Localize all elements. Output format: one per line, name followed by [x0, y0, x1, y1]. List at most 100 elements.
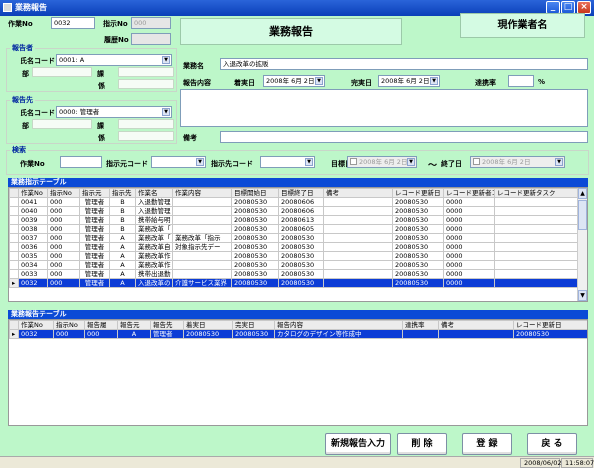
column-header[interactable]: 作業内容	[172, 188, 232, 198]
table-cell[interactable]: 業務改革自	[135, 242, 173, 252]
instruction-table-scroll-thumb[interactable]	[578, 200, 587, 230]
table-cell[interactable]	[323, 278, 393, 288]
shiji-no-field[interactable]: 000	[131, 17, 171, 29]
column-header[interactable]: 報告先	[150, 320, 184, 330]
table-cell[interactable]: 入退勤管理	[135, 206, 173, 216]
chevron-down-icon[interactable]: ▼	[555, 158, 563, 166]
table-row[interactable]: 0041 000 管理者 B 入退勤管理 20080530 20080606 20080530…	[9, 197, 580, 207]
table-cell[interactable]: A	[109, 269, 136, 279]
table-cell[interactable]: 20080530	[392, 251, 444, 261]
chevron-down-icon[interactable]: ▼	[162, 56, 170, 64]
table-cell[interactable]: 0000	[443, 251, 495, 261]
table-cell[interactable]: A	[109, 233, 136, 243]
scroll-down-icon[interactable]: ▼	[578, 290, 587, 301]
table-cell[interactable]: 管理者	[79, 278, 110, 288]
table-row[interactable]: 0033 000 管理者 A 携帯出退勤 20080530 20080530 20080530…	[9, 269, 580, 279]
report-content-textarea[interactable]	[180, 89, 588, 127]
table-cell[interactable]: 20080530	[278, 260, 324, 270]
table-cell[interactable]	[323, 251, 393, 261]
table-cell[interactable]: 管理者	[79, 269, 110, 279]
table-cell[interactable]: 000	[47, 260, 80, 270]
table-cell[interactable]	[494, 251, 580, 261]
chevron-down-icon[interactable]: ▼	[315, 77, 323, 85]
table-cell[interactable]: 20080530	[183, 329, 233, 339]
column-header[interactable]: 完実日	[232, 320, 275, 330]
table-row[interactable]: 0034 000 管理者 A 業務改革作 20080530 20080530 20080530…	[9, 260, 580, 270]
table-cell[interactable]	[172, 260, 232, 270]
table-cell[interactable]: 000	[47, 269, 80, 279]
chevron-down-icon[interactable]: ▼	[196, 158, 204, 166]
table-cell[interactable]	[494, 206, 580, 216]
chevron-down-icon[interactable]: ▼	[305, 158, 313, 166]
table-cell[interactable]: 20080530	[231, 197, 279, 207]
table-cell[interactable]: 20080530	[392, 260, 444, 270]
table-cell[interactable]: 管理者	[79, 215, 110, 225]
table-row[interactable]: ▸ 0032 000 管理者 A 入退改革の 介護サービス業界 20080530 2008053…	[9, 278, 580, 288]
table-cell[interactable]: 0000	[443, 269, 495, 279]
table-cell[interactable]: 20080530	[278, 269, 324, 279]
destination-name-code-select[interactable]: 0000: 管理者 ▼	[56, 106, 172, 118]
table-cell[interactable]: A	[109, 260, 136, 270]
table-cell[interactable]: 20080530	[392, 215, 444, 225]
end-date-picker[interactable]: 2008年 6月 2日 ▼	[378, 75, 440, 87]
column-header[interactable]: 指示No	[53, 320, 85, 330]
column-header[interactable]: レコード更新者コード	[443, 188, 495, 198]
table-cell[interactable]	[494, 278, 580, 288]
table-cell[interactable]: 20080530	[231, 269, 279, 279]
column-header[interactable]: 着実日	[183, 320, 233, 330]
table-row[interactable]: 0040 000 管理者 B 入退勤管理 20080530 20080606 20080530…	[9, 206, 580, 216]
table-row[interactable]: 0037 000 管理者 A 業務改革「 業務改革「指示 20080530 20080530 2…	[9, 233, 580, 243]
table-cell[interactable]: カタログのデザイン等作成中	[274, 329, 403, 339]
table-cell[interactable]: 0041	[18, 197, 48, 207]
table-cell[interactable]: 管理者	[79, 233, 110, 243]
table-cell[interactable]: 業務改革「指示	[172, 233, 232, 243]
table-cell[interactable]: 0000	[443, 197, 495, 207]
table-cell[interactable]: 業務改革作	[135, 260, 173, 270]
row-selector[interactable]: ▸	[9, 278, 19, 288]
table-cell[interactable]: 000	[47, 278, 80, 288]
table-cell[interactable]: 携帯出退勤	[135, 269, 173, 279]
row-selector[interactable]	[9, 251, 19, 261]
table-cell[interactable]: 20080606	[278, 197, 324, 207]
chevron-down-icon[interactable]: ▼	[430, 77, 438, 85]
table-cell[interactable]: 業務改革「	[135, 233, 173, 243]
table-cell[interactable]	[172, 269, 232, 279]
table-cell[interactable]: A	[117, 329, 151, 339]
table-cell[interactable]: 20080530	[231, 242, 279, 252]
table-cell[interactable]: 20080605	[278, 224, 324, 234]
register-button[interactable]: 登 録	[462, 433, 512, 455]
table-cell[interactable]: A	[109, 242, 136, 252]
table-cell[interactable]: 000	[53, 329, 85, 339]
table-cell[interactable]	[438, 329, 514, 339]
table-cell[interactable]: 20080530	[278, 251, 324, 261]
table-cell[interactable]: 0035	[18, 251, 48, 261]
table-cell[interactable]	[323, 224, 393, 234]
table-cell[interactable]: 000	[47, 206, 80, 216]
table-cell[interactable]: 0000	[443, 278, 495, 288]
search-target-date-picker[interactable]: 2008年 6月 2日 ▼	[347, 156, 417, 168]
table-cell[interactable]	[172, 206, 232, 216]
scroll-up-icon[interactable]: ▲	[578, 188, 587, 199]
search-shiji-code-select[interactable]: ▼	[151, 156, 206, 168]
column-header[interactable]: 達携率	[402, 320, 439, 330]
table-cell[interactable]: 000	[47, 197, 80, 207]
column-header[interactable]: 指示No	[47, 188, 80, 198]
column-header[interactable]: 備考	[438, 320, 514, 330]
row-selector[interactable]	[9, 242, 19, 252]
column-header[interactable]: レコード更新日	[392, 188, 444, 198]
table-cell[interactable]: 0032	[18, 329, 54, 339]
table-cell[interactable]: 0000	[443, 206, 495, 216]
back-button[interactable]: 戻 る	[527, 433, 577, 455]
table-cell[interactable]: 0033	[18, 269, 48, 279]
table-cell[interactable]	[323, 197, 393, 207]
table-cell[interactable]	[172, 215, 232, 225]
table-cell[interactable]: 20080530	[392, 224, 444, 234]
table-cell[interactable]	[494, 269, 580, 279]
chevron-down-icon[interactable]: ▼	[407, 158, 415, 166]
table-cell[interactable]: 000	[47, 251, 80, 261]
table-cell[interactable]: 20080530	[392, 233, 444, 243]
table-row[interactable]: 0038 000 管理者 B 業務改革「 20080530 20080605 20080530…	[9, 224, 580, 234]
start-date-picker[interactable]: 2008年 6月 2日 ▼	[263, 75, 325, 87]
column-header[interactable]: レコード更新タスク	[494, 188, 580, 198]
table-cell[interactable]: 0040	[18, 206, 48, 216]
